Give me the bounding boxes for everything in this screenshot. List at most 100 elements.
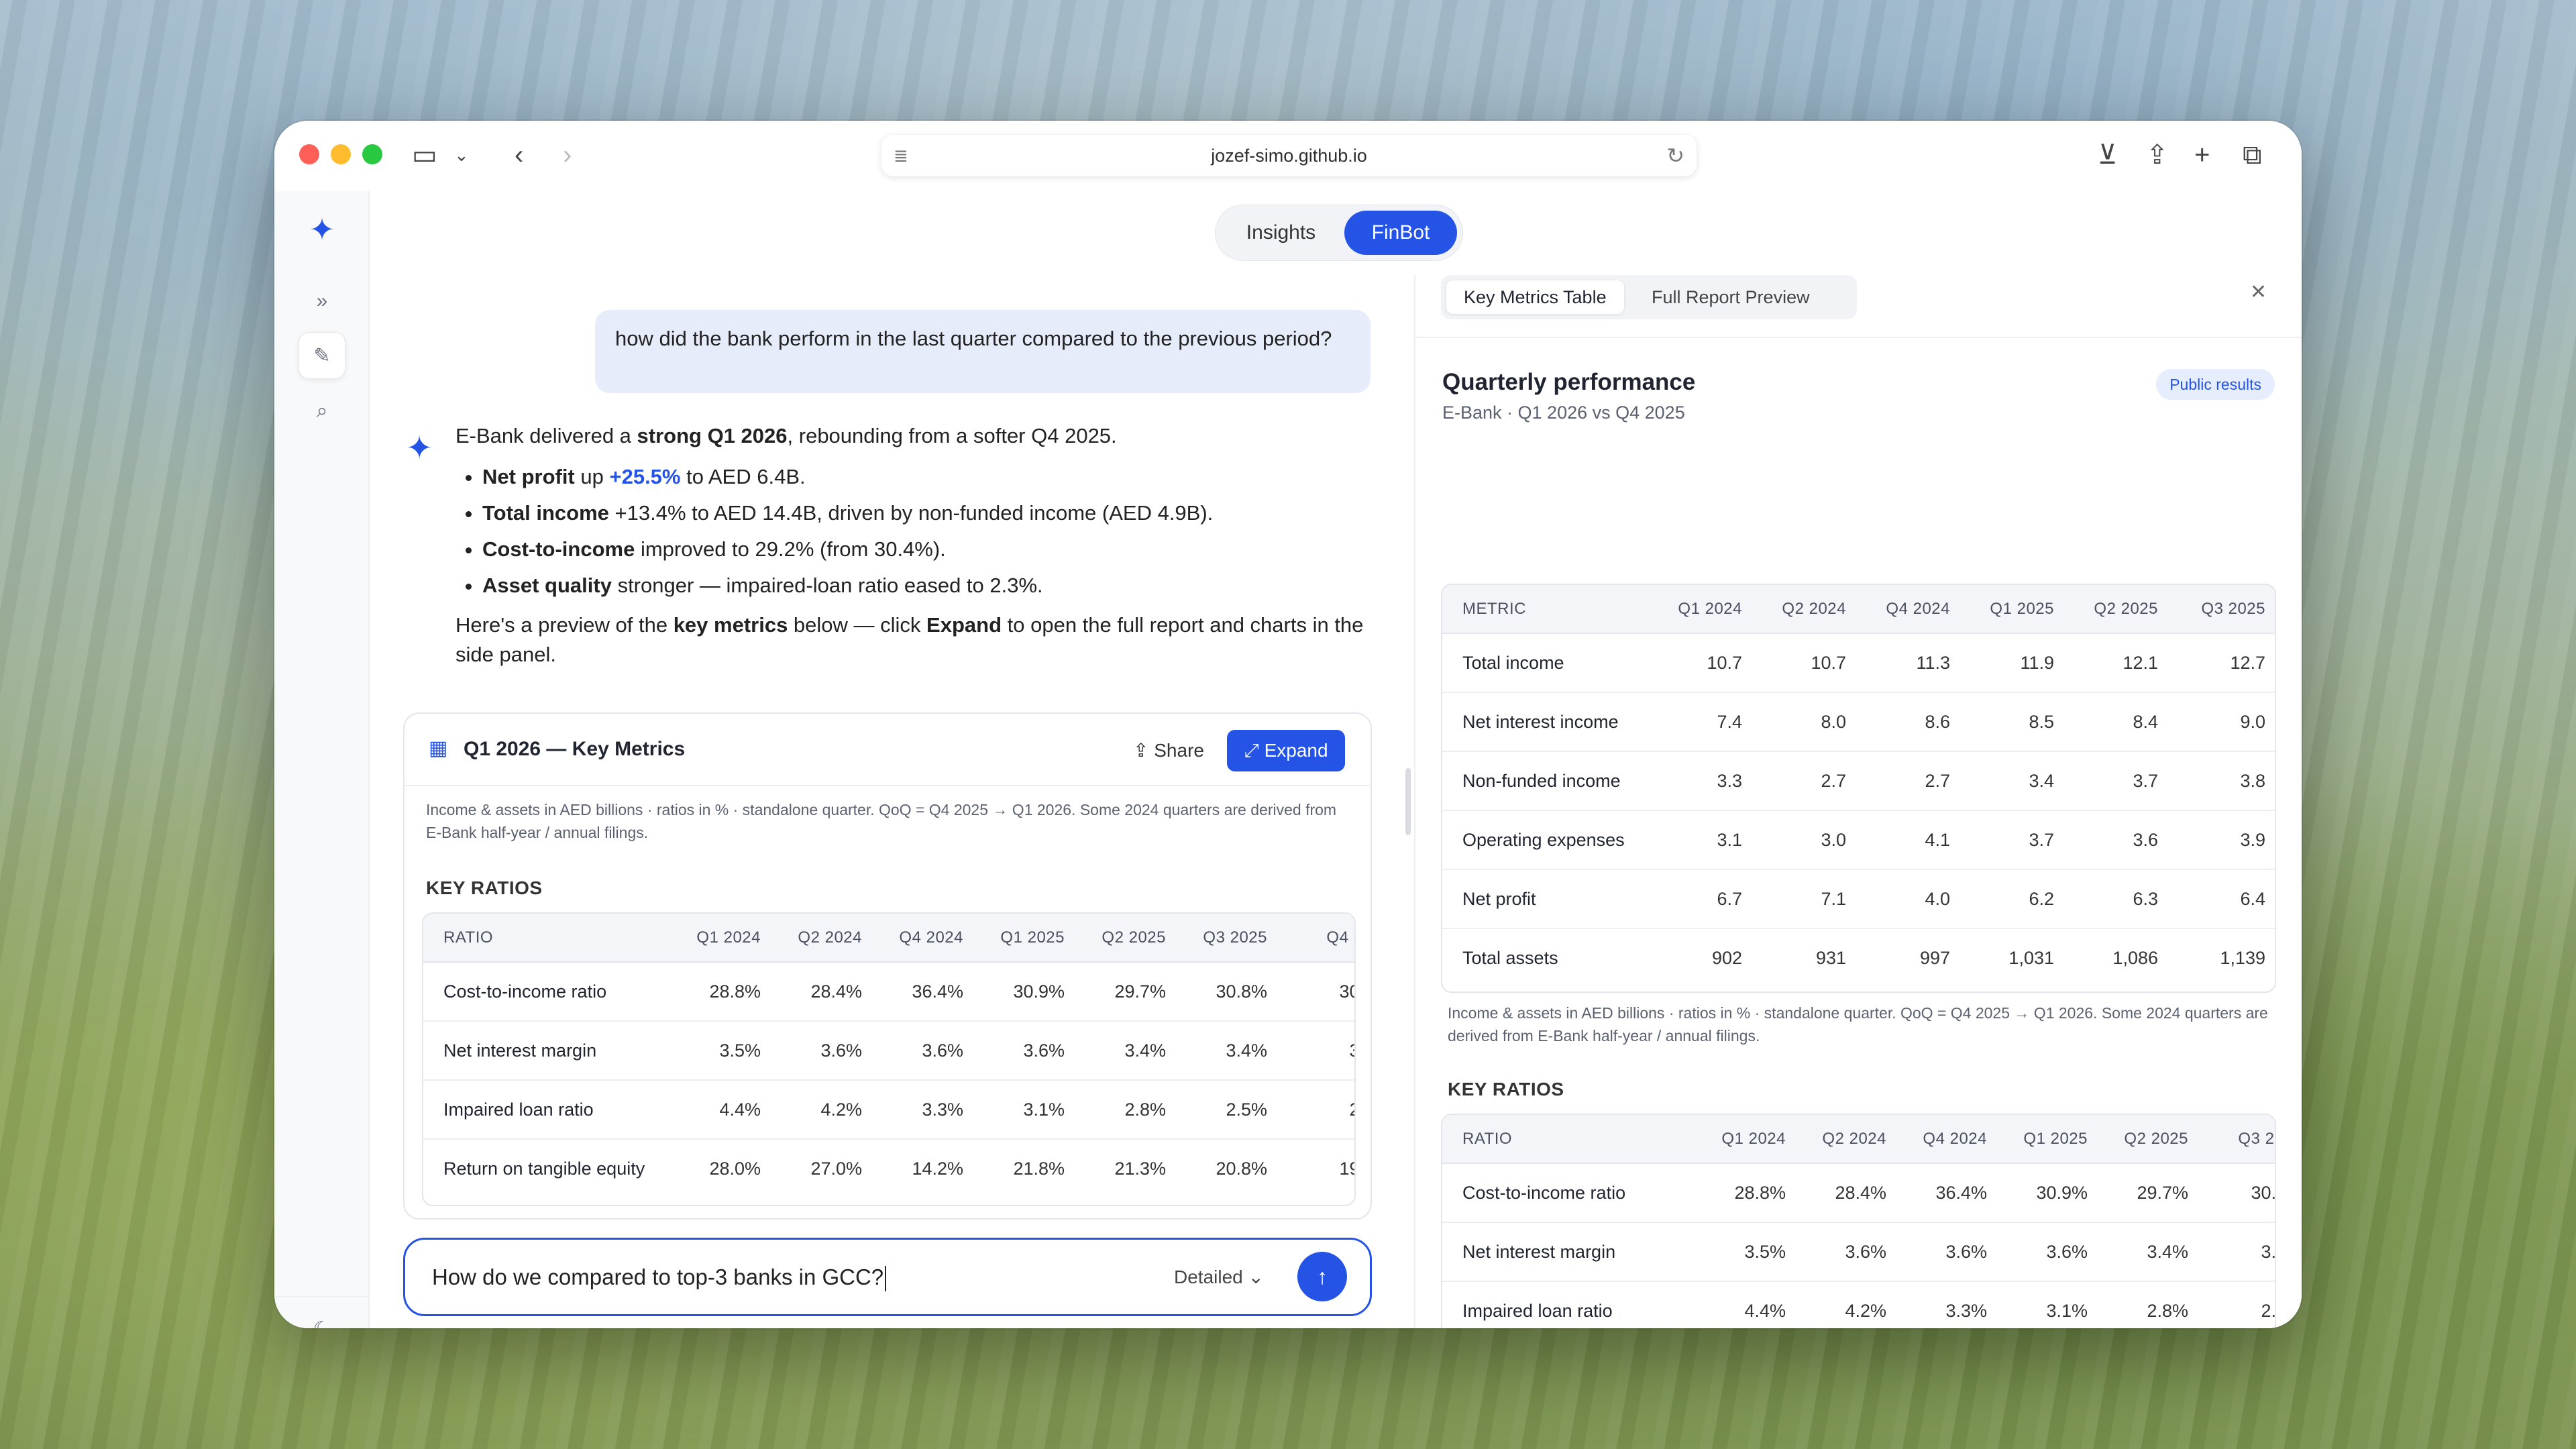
table-cell: 14.2% — [912, 1159, 963, 1179]
row-label: Impaired loan ratio — [1442, 1281, 1697, 1328]
column-header: Q4 2024 — [874, 914, 975, 963]
table-cell: 28.8% — [672, 962, 773, 1022]
table-cell: 2.5% — [2200, 1281, 2275, 1328]
table-cell: 3.6% — [1999, 1222, 2100, 1282]
column-header: RATIO — [1442, 1115, 1697, 1164]
column-header: Q2 2025 — [2100, 1115, 2200, 1164]
table-cell: 10.7 — [1650, 633, 1754, 693]
expand-button[interactable]: ⤢ Expand — [1227, 730, 1345, 771]
column-header: RATIO — [423, 914, 672, 963]
row-label: Net interest margin — [423, 1021, 672, 1081]
chat-input-value[interactable]: How do we compared to top-3 banks in GCC… — [432, 1240, 886, 1315]
table-cell: 3.3 — [1650, 751, 1754, 811]
chevron-down-icon[interactable]: ⌄ — [454, 138, 469, 172]
bot-sparkle-icon: ✦ — [406, 431, 433, 466]
column-header: Q2 2025 — [1077, 914, 1178, 963]
title-bar: ▭ ⌄ ‹ › ≣ jozef-simo.github.io ↻ ⊻ ⇪ + ⧉ — [274, 121, 2302, 191]
close-icon[interactable]: ✕ — [2250, 280, 2267, 304]
share-icon[interactable]: ⇪ — [2146, 138, 2169, 172]
tab-full-report-preview[interactable]: Full Report Preview — [1634, 280, 1827, 314]
address-bar[interactable]: ≣ jozef-simo.github.io ↻ — [881, 135, 1697, 176]
send-button[interactable]: ↑ — [1297, 1252, 1347, 1301]
status-badge: Public results — [2156, 369, 2275, 400]
row-label: Return on tangible equity — [443, 1159, 645, 1179]
new-tab-icon[interactable]: + — [2194, 138, 2210, 172]
url-text: jozef-simo.github.io — [1211, 146, 1367, 166]
table-cell: 2.5% — [1178, 1080, 1279, 1140]
column-header: Q4 2025 — [1279, 914, 1354, 963]
tab-overview-icon[interactable]: ⧉ — [2243, 138, 2262, 172]
table-row: Net interest margin 3.5% 3.6% 3.6% 3.6% 3.4% 3… — [423, 1021, 1354, 1081]
sparkle-logo-icon[interactable]: ✦ — [299, 206, 345, 253]
column-header: Q4 2024 — [1898, 1115, 1999, 1164]
table-cell: 29.7% — [2100, 1163, 2200, 1223]
panel-tabs: Key Metrics Table Full Report Preview — [1441, 275, 1857, 319]
left-rail: ✦ » ✎ ⌕ ☾ — [274, 191, 370, 1328]
share-button[interactable]: ⇪ Share — [1133, 733, 1204, 769]
table-cell: 6.3 — [2066, 869, 2170, 929]
forward-icon[interactable]: › — [563, 138, 572, 172]
tab-insights[interactable]: Insights — [1222, 211, 1340, 255]
table-cell: 8.0 — [1754, 692, 1858, 752]
row-label: Net interest margin — [1442, 1222, 1697, 1282]
panel-title: Quarterly performance — [1442, 369, 1696, 395]
table-cell: 2.4% — [1279, 1080, 1354, 1140]
download-icon[interactable]: ⊻ — [2098, 138, 2117, 172]
table-cell: 3.0 — [1754, 810, 1858, 870]
table-cell: 3.5% — [1697, 1222, 1798, 1282]
tab-finbot[interactable]: FinBot — [1344, 211, 1457, 255]
table-cell: 2.8% — [1077, 1080, 1178, 1140]
column-header: Q3 2025 — [2200, 1115, 2275, 1164]
new-chat-icon[interactable]: ✎ — [299, 332, 345, 379]
table-cell: 2.7 — [1754, 751, 1858, 811]
table-cell: 3.6 — [2066, 810, 2170, 870]
table-row: Operating expenses 3.1 3.0 4.1 3.7 3.6 3.9 — [1442, 810, 2275, 870]
reload-icon[interactable]: ↻ — [1666, 143, 1684, 168]
minimize-window-button[interactable] — [331, 144, 351, 164]
response-mode-select[interactable]: Detailed ⌄ — [1174, 1240, 1264, 1315]
close-window-button[interactable] — [299, 144, 319, 164]
table-cell: 28.4% — [773, 962, 874, 1022]
table-cell: 3.5% — [672, 1021, 773, 1081]
ratios-table: RATIO Q1 2024 Q2 2024 Q4 2024 Q1 2025 Q2 2025… — [422, 912, 1356, 1206]
table-cell: 4.2% — [1798, 1281, 1898, 1328]
table-cell: 28.4% — [1798, 1163, 1898, 1223]
arrow-up-icon: ↑ — [1317, 1265, 1328, 1289]
expand-sidebar-icon[interactable]: » — [299, 278, 345, 325]
row-label: Impaired loan ratio — [423, 1080, 672, 1140]
table-cell: 21.3% — [1114, 1159, 1166, 1179]
bot-message: E-Bank delivered a strong Q1 2026, rebou… — [455, 421, 1381, 669]
list-item: Cost-to-income improved to 29.2% (from 3… — [482, 531, 1381, 568]
list-item: Asset quality stronger — impaired-loan r… — [482, 568, 1381, 604]
share-icon: ⇪ — [1133, 740, 1155, 761]
browser-window: ▭ ⌄ ‹ › ≣ jozef-simo.github.io ↻ ⊻ ⇪ + ⧉… — [274, 121, 2302, 1328]
table-cell: 902 — [1711, 948, 1742, 968]
back-icon[interactable]: ‹ — [515, 138, 523, 172]
panel-resize-handle[interactable] — [1405, 768, 1411, 835]
dark-mode-icon[interactable]: ☾ — [299, 1306, 345, 1328]
table-cell: 9.0 — [2170, 692, 2275, 752]
table-cell: 12.7 — [2170, 633, 2275, 693]
table-cell: 30.9% — [1999, 1163, 2100, 1223]
column-header: Q3 2025 — [1178, 914, 1279, 963]
panel-note: Income & assets in AED billions · ratios… — [1448, 1004, 2268, 1044]
table-cell: 2.7 — [1858, 751, 1962, 811]
zoom-window-button[interactable] — [362, 144, 382, 164]
table-cell: 3.4% — [1178, 1021, 1279, 1081]
table-cell: 28.8% — [1697, 1163, 1798, 1223]
sidebar-toggle-icon[interactable]: ▭ — [412, 138, 437, 172]
chat-input[interactable]: How do we compared to top-3 banks in GCC… — [403, 1238, 1372, 1316]
search-icon[interactable]: ⌕ — [299, 388, 345, 435]
table-cell: 2.8% — [2100, 1281, 2200, 1328]
table-cell: 3.1 — [1650, 810, 1754, 870]
table-cell: 3.4% — [1077, 1021, 1178, 1081]
table-cell: 3.6% — [1798, 1222, 1898, 1282]
table-cell: 36.4% — [874, 962, 975, 1022]
tab-key-metrics-table[interactable]: Key Metrics Table — [1446, 280, 1624, 314]
column-header: Q1 2024 — [672, 914, 773, 963]
table-cell: 931 — [1815, 948, 1846, 968]
card-note: Income & assets in AED billions · ratios… — [426, 801, 1337, 841]
table-cell: 20.8% — [1216, 1159, 1267, 1179]
table-cell: 4.2% — [773, 1080, 874, 1140]
panel-section-title: KEY RATIOS — [1448, 1079, 1564, 1099]
